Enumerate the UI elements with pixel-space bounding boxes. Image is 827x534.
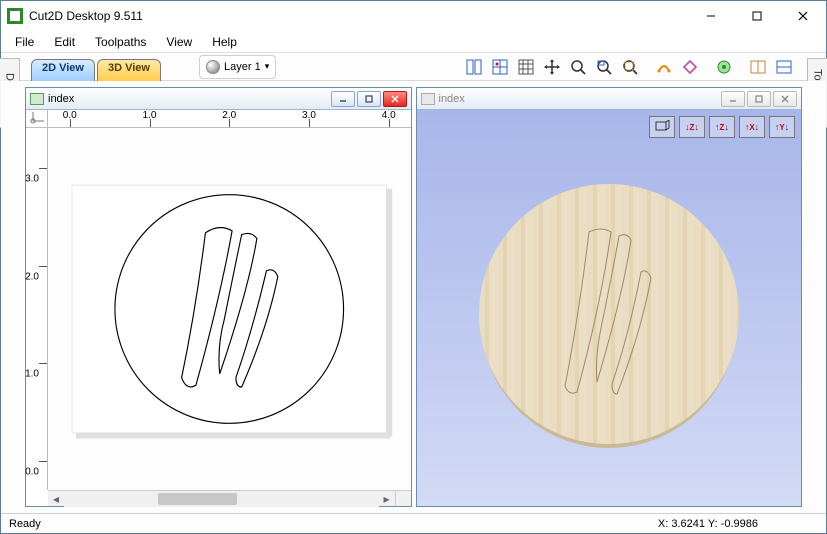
ruler-x-label: 3.0 <box>302 110 316 121</box>
axis-x-button[interactable]: ↑X↓ <box>739 116 765 138</box>
ruler-x-label: 1.0 <box>143 110 157 121</box>
toolbar-icons <box>462 55 796 79</box>
canvas-3d[interactable]: ↓Z↓ ↑Z↓ ↑X↓ ↑Y↓ <box>417 110 802 506</box>
tab-3d-view[interactable]: 3D View <box>97 59 161 81</box>
work-area: index 0.0 1.0 2.0 3.0 4.0 0.0 1.0 2.0 3.0 <box>1 81 826 513</box>
toggle-toolpaths-icon[interactable] <box>678 55 702 79</box>
pane-3d-icon <box>421 93 435 105</box>
chevron-down-icon: ▾ <box>265 61 270 72</box>
scroll-corner <box>395 490 411 506</box>
pan-icon[interactable] <box>540 55 564 79</box>
window-title: Cut2D Desktop 9.511 <box>29 9 688 23</box>
ruler-origin-icon <box>26 110 48 128</box>
view-2d-canvas-area: 0.0 1.0 2.0 3.0 4.0 0.0 1.0 2.0 3.0 <box>26 110 411 506</box>
pane-3d-titlebar[interactable]: index <box>417 88 802 110</box>
cursor-coordinates: X: 3.6241 Y: -0.9986 <box>658 518 758 530</box>
scrollbar-horizontal[interactable]: ◂ ▸ <box>48 490 395 506</box>
ruler-x-label: 0.0 <box>63 110 77 121</box>
menu-toolpaths[interactable]: Toolpaths <box>85 33 156 51</box>
maximize-button[interactable] <box>734 1 780 31</box>
axis-z-down-button[interactable]: ↓Z↓ <box>679 116 705 138</box>
axis-y-button[interactable]: ↑Y↓ <box>769 116 795 138</box>
scroll-right-button[interactable]: ▸ <box>379 491 395 507</box>
ruler-x-label: 4.0 <box>382 110 396 121</box>
pane-3d-close-button[interactable] <box>773 91 797 107</box>
window-controls <box>688 1 826 31</box>
pane-2d-icon <box>30 93 44 105</box>
app-icon <box>7 8 23 24</box>
status-text: Ready <box>9 518 41 530</box>
grid-icon[interactable] <box>514 55 538 79</box>
pane-2d-close-button[interactable] <box>383 91 407 107</box>
layer-dropdown[interactable]: Layer 1 ▾ <box>199 55 276 79</box>
pane-2d-maximize-button[interactable] <box>357 91 381 107</box>
ruler-x-label: 2.0 <box>222 110 236 121</box>
material-preview-disc <box>479 184 739 444</box>
ruler-y-label: 3.0 <box>25 173 39 184</box>
minimize-button[interactable] <box>688 1 734 31</box>
layer-swatch-icon <box>206 60 220 74</box>
menu-help[interactable]: Help <box>202 33 247 51</box>
pane-3d-view: index ↓Z↓ ↑Z↓ ↑X↓ ↑Y↓ <box>416 87 803 507</box>
pane-2d-view: index 0.0 1.0 2.0 3.0 4.0 0.0 1.0 2.0 3.0 <box>25 87 412 507</box>
pane-2d-minimize-button[interactable] <box>331 91 355 107</box>
layer-dropdown-label: Layer 1 <box>224 61 261 73</box>
window-layout-b-icon[interactable] <box>772 55 796 79</box>
zoom-selected-icon[interactable] <box>618 55 642 79</box>
view-mode-tabs: 2D View 3D View <box>31 53 163 80</box>
ruler-vertical[interactable]: 0.0 1.0 2.0 3.0 <box>26 128 48 490</box>
menu-view[interactable]: View <box>156 33 202 51</box>
zoom-window-icon[interactable] <box>592 55 616 79</box>
scroll-h-thumb[interactable] <box>158 493 237 505</box>
close-button[interactable] <box>780 1 826 31</box>
snap-grid-icon[interactable] <box>488 55 512 79</box>
tile-windows-icon[interactable] <box>462 55 486 79</box>
menu-edit[interactable]: Edit <box>44 33 85 51</box>
axis-view-buttons: ↓Z↓ ↑Z↓ ↑X↓ ↑Y↓ <box>649 116 795 138</box>
ruler-y-label: 2.0 <box>25 271 39 282</box>
pane-2d-titlebar[interactable]: index <box>26 88 411 110</box>
scroll-h-track[interactable] <box>64 491 379 507</box>
window-layout-a-icon[interactable] <box>746 55 770 79</box>
axis-iso-button[interactable] <box>649 116 675 138</box>
menu-file[interactable]: File <box>5 33 44 51</box>
ruler-y-label: 0.0 <box>25 467 39 478</box>
canvas-2d[interactable] <box>48 128 411 490</box>
pane-3d-minimize-button[interactable] <box>721 91 745 107</box>
zoom-extents-icon[interactable] <box>566 55 590 79</box>
pane-3d-maximize-button[interactable] <box>747 91 771 107</box>
ruler-horizontal[interactable]: 0.0 1.0 2.0 3.0 4.0 <box>48 110 411 128</box>
axis-z-up-button[interactable]: ↑Z↓ <box>709 116 735 138</box>
ruler-y-label: 1.0 <box>25 369 39 380</box>
tab-2d-view[interactable]: 2D View <box>31 59 95 81</box>
view-toolbar: 2D View 3D View Layer 1 ▾ <box>1 53 826 81</box>
pane-2d-title: index <box>48 93 74 105</box>
toggle-vectors-icon[interactable] <box>652 55 676 79</box>
status-bar: Ready X: 3.6241 Y: -0.9986 <box>1 513 826 533</box>
scroll-left-button[interactable]: ◂ <box>48 491 64 507</box>
title-bar: Cut2D Desktop 9.511 <box>1 1 826 31</box>
pane-3d-title: index <box>439 93 465 105</box>
preview-icon[interactable] <box>712 55 736 79</box>
menu-bar: File Edit Toolpaths View Help <box>1 31 826 53</box>
